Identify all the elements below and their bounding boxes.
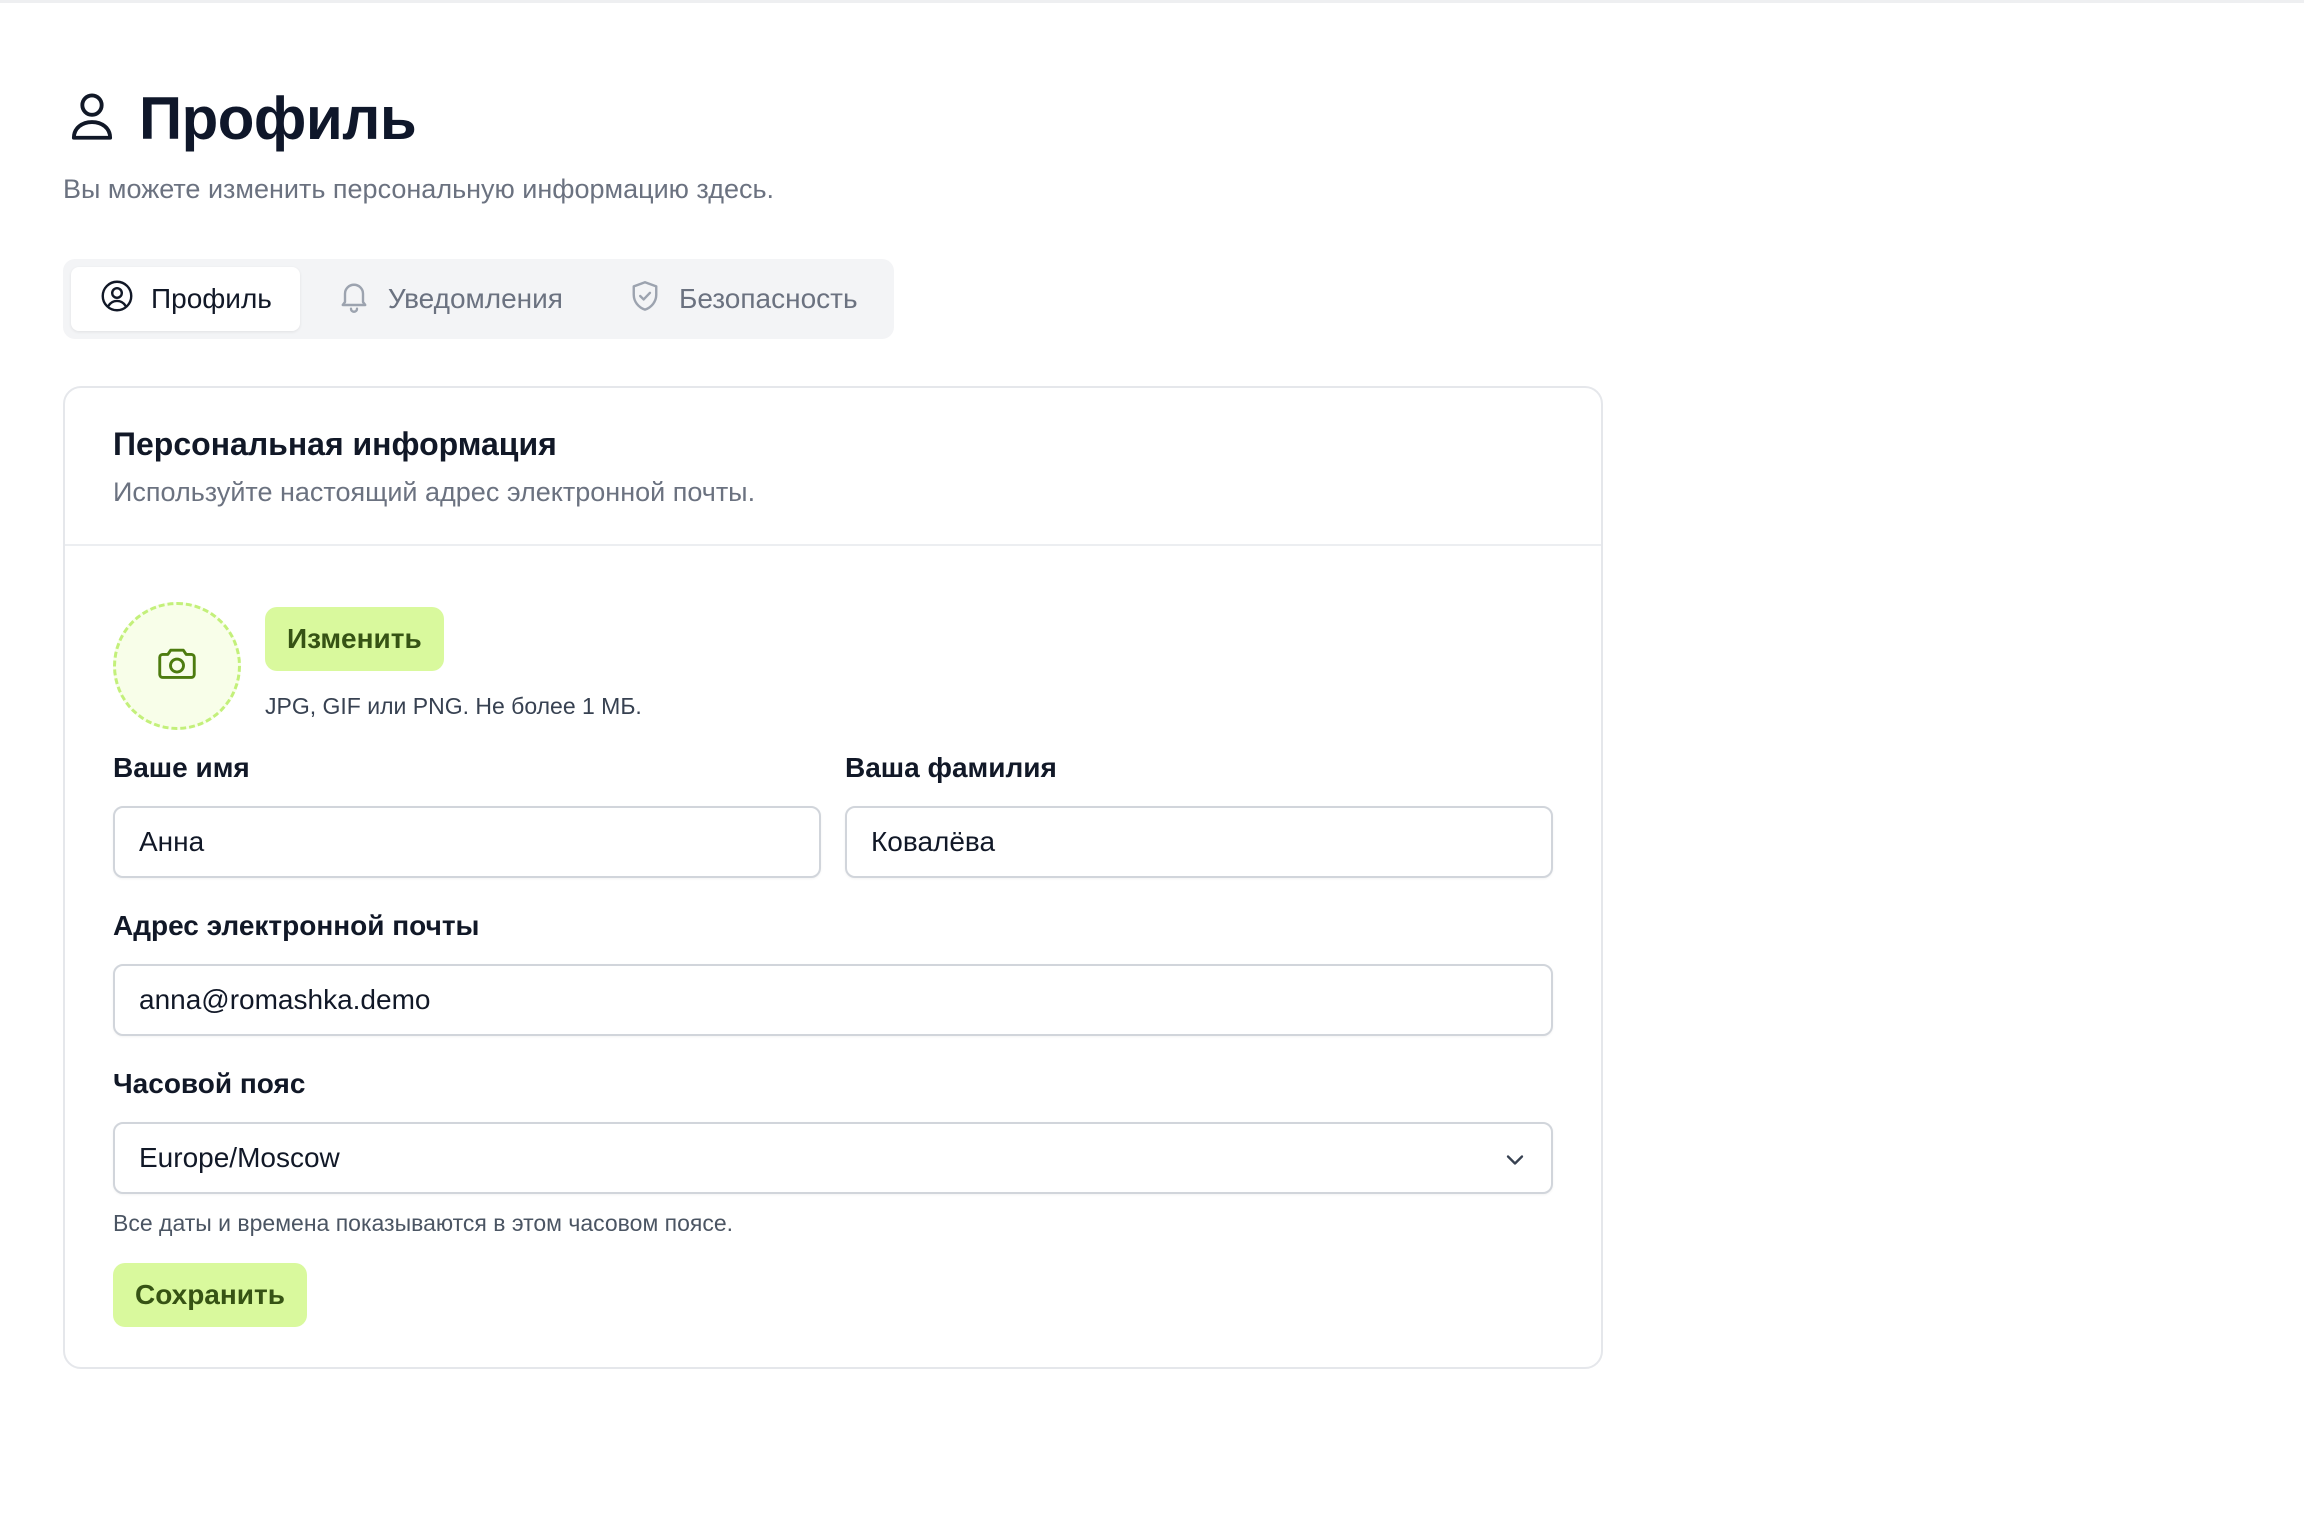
timezone-select[interactable]: Europe/Moscow xyxy=(113,1122,1553,1194)
page-header: Профиль xyxy=(63,76,1603,160)
last-name-label: Ваша фамилия xyxy=(845,752,1057,783)
email-input[interactable] xyxy=(113,964,1553,1036)
card-description: Используйте настоящий адрес электронной … xyxy=(113,477,756,507)
timezone-hint: Все даты и времена показываются в этом ч… xyxy=(113,1210,734,1236)
top-border xyxy=(0,0,2304,3)
change-avatar-button[interactable]: Изменить xyxy=(265,607,444,671)
first-name-label: Ваше имя xyxy=(113,752,250,783)
card-title: Персональная информация xyxy=(113,426,557,462)
shield-check-icon xyxy=(627,278,663,321)
last-name-group: Ваша фамилия xyxy=(845,752,1553,878)
tab-notifications[interactable]: Уведомления xyxy=(308,267,591,331)
user-icon xyxy=(63,87,121,150)
page-title: Профиль xyxy=(139,84,417,152)
card-body: Изменить JPG, GIF или PNG. Не более 1 МБ… xyxy=(65,546,1601,1367)
first-name-group: Ваше имя xyxy=(113,752,821,878)
timezone-value: Europe/Moscow xyxy=(139,1142,340,1173)
avatar-upload[interactable] xyxy=(113,602,241,730)
save-button[interactable]: Сохранить xyxy=(113,1263,307,1327)
save-wrap: Сохранить xyxy=(113,1263,1553,1327)
last-name-input[interactable] xyxy=(845,806,1553,878)
card-header: Персональная информация Используйте наст… xyxy=(65,388,1601,546)
tab-notifications-label: Уведомления xyxy=(387,283,563,314)
tab-profile-label: Профиль xyxy=(151,283,272,314)
timezone-group: Часовой пояс Europe/Moscow Все даты и вр… xyxy=(113,1068,1553,1237)
tab-list: Профиль Уведомления Безопасность xyxy=(63,259,894,339)
bell-icon xyxy=(336,278,372,321)
user-circle-icon xyxy=(99,278,135,321)
name-row: Ваше имя Ваша фамилия xyxy=(113,752,1553,878)
first-name-input[interactable] xyxy=(113,806,821,878)
personal-info-card: Персональная информация Используйте наст… xyxy=(63,386,1603,1369)
tab-security-label: Безопасность xyxy=(678,283,858,314)
avatar-section: Изменить JPG, GIF или PNG. Не более 1 МБ… xyxy=(113,602,1553,730)
tab-security[interactable]: Безопасность xyxy=(599,267,886,331)
avatar-actions: Изменить JPG, GIF или PNG. Не более 1 МБ… xyxy=(265,602,642,730)
timezone-label: Часовой пояс xyxy=(113,1068,306,1099)
camera-icon xyxy=(154,641,200,692)
avatar-hint: JPG, GIF или PNG. Не более 1 МБ. xyxy=(265,693,642,719)
tab-profile[interactable]: Профиль xyxy=(71,267,300,331)
email-group: Адрес электронной почты xyxy=(113,910,1553,1036)
profile-page: Профиль Вы можете изменить персональную … xyxy=(63,76,1603,1369)
page-subtitle: Вы можете изменить персональную информац… xyxy=(63,174,775,204)
email-label: Адрес электронной почты xyxy=(113,910,480,941)
